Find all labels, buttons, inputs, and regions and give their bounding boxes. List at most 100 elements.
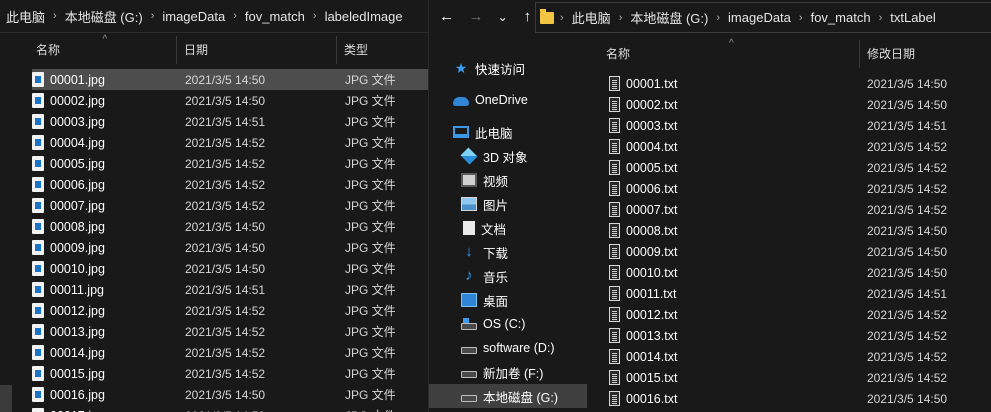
nav-item[interactable]: 本地磁盘 (G:) — [429, 384, 587, 408]
navigation-pane: ★ 快速访问 OneDrive 此电脑 3D 对象视频 图片 文档 ↓ 下载 ♪ 音乐 桌面 OS (C… — [429, 36, 587, 412]
image-file-icon — [32, 345, 44, 360]
nav-item[interactable]: 此电脑 — [429, 120, 587, 144]
file-date: 2021/3/5 14:52 — [867, 328, 948, 343]
column-header-date[interactable]: 修改日期 — [860, 40, 991, 68]
left-explorer-window: 此电脑 › 本地磁盘 (G:) › imageData › fov_match … — [0, 0, 428, 412]
file-row[interactable]: 00013.jpg 2021/3/5 14:52 JPG 文件 — [32, 321, 428, 342]
right-address-bar[interactable]: › 此电脑 › 本地磁盘 (G:) › imageData › fov_matc… — [535, 2, 991, 33]
file-row[interactable]: 00011.jpg 2021/3/5 14:51 JPG 文件 — [32, 279, 428, 300]
file-name-cell: 00006.txt — [609, 181, 867, 196]
file-name-cell: 00008.jpg — [32, 219, 185, 234]
breadcrumb-this-pc[interactable]: 此电脑 — [572, 8, 611, 27]
nav-item[interactable]: ♪ 音乐 — [429, 264, 587, 288]
nav-item-label: OneDrive — [475, 93, 528, 107]
file-name: 00007.txt — [626, 202, 678, 217]
file-date: 2021/3/5 14:50 — [185, 387, 266, 402]
file-row[interactable]: 00004.jpg 2021/3/5 14:52 JPG 文件 — [32, 132, 428, 153]
file-row[interactable]: 00016.jpg 2021/3/5 14:50 JPG 文件 — [32, 384, 428, 405]
image-file-icon — [32, 240, 44, 255]
file-name: 00017.jpg — [50, 409, 105, 412]
file-row[interactable]: 00007.txt 2021/3/5 14:52 — [609, 199, 991, 220]
file-row[interactable]: 00008.jpg 2021/3/5 14:50 JPG 文件 — [32, 216, 428, 237]
breadcrumb-fov-match[interactable]: fov_match — [245, 9, 305, 24]
breadcrumb-drive-g[interactable]: 本地磁盘 (G:) — [65, 7, 143, 26]
text-file-icon — [609, 181, 620, 196]
file-row[interactable]: 00013.txt 2021/3/5 14:52 — [609, 325, 991, 346]
file-row[interactable]: 00017.jpg 2021/3/5 14:50JPG 文件 — [32, 405, 428, 412]
file-row[interactable]: 00007.jpg 2021/3/5 14:52 JPG 文件 — [32, 195, 428, 216]
file-row[interactable]: 00001.jpg 2021/3/5 14:50 JPG 文件 — [32, 69, 428, 90]
file-row[interactable]: 00008.txt 2021/3/5 14:50 — [609, 220, 991, 241]
file-row[interactable]: 00006.txt 2021/3/5 14:52 — [609, 178, 991, 199]
column-header-label: 名称 — [36, 43, 61, 57]
file-row[interactable]: 00011.txt 2021/3/5 14:51 — [609, 283, 991, 304]
nav-item[interactable]: 文档 — [429, 216, 587, 240]
up-arrow-icon[interactable]: ↑ — [520, 8, 535, 25]
nav-item[interactable]: 3D 对象 — [429, 144, 587, 168]
back-arrow-icon[interactable]: ← — [439, 8, 454, 25]
column-header-type[interactable]: 类型 — [337, 36, 428, 64]
breadcrumb-labeledimage[interactable]: labeledImage — [325, 9, 403, 24]
file-row[interactable]: 00012.jpg 2021/3/5 14:52 JPG 文件 — [32, 300, 428, 321]
nav-item[interactable]: 桌面 — [429, 288, 587, 312]
breadcrumb-this-pc[interactable]: 此电脑 — [6, 7, 45, 26]
file-row[interactable]: 00014.jpg 2021/3/5 14:52 JPG 文件 — [32, 342, 428, 363]
nav-item[interactable]: 视频 — [429, 168, 587, 192]
nav-item[interactable]: OS (C:) — [429, 312, 587, 336]
nav-item[interactable]: ↓ 下载 — [429, 240, 587, 264]
breadcrumb-txtlabel[interactable]: txtLabel — [890, 10, 936, 25]
file-type: JPG 文件 — [345, 199, 396, 213]
file-row[interactable]: 00012.txt 2021/3/5 14:52 — [609, 304, 991, 325]
chevron-right-icon[interactable]: › — [799, 12, 803, 24]
file-row[interactable]: 00009.jpg 2021/3/5 14:50 JPG 文件 — [32, 237, 428, 258]
file-type: JPG 文件 — [345, 325, 396, 339]
chevron-right-icon[interactable]: › — [151, 10, 155, 22]
file-row[interactable]: 00001.txt 2021/3/5 14:50 — [609, 73, 991, 94]
file-type: JPG 文件 — [345, 136, 396, 150]
column-header-name[interactable]: ^ 名称 — [599, 38, 860, 68]
file-row[interactable]: 00014.txt 2021/3/5 14:52 — [609, 346, 991, 367]
chevron-right-icon[interactable]: › — [619, 12, 623, 24]
nav-item-label: 3D 对象 — [483, 150, 528, 165]
chevron-right-icon[interactable]: › — [879, 12, 883, 24]
file-row[interactable]: 00003.jpg 2021/3/5 14:51 JPG 文件 — [32, 111, 428, 132]
file-row[interactable]: 00005.txt 2021/3/5 14:52 — [609, 157, 991, 178]
breadcrumb-imagedata[interactable]: imageData — [728, 10, 791, 25]
breadcrumb-imagedata[interactable]: imageData — [162, 9, 225, 24]
file-row[interactable]: 00005.jpg 2021/3/5 14:52 JPG 文件 — [32, 153, 428, 174]
file-row[interactable]: 00009.txt 2021/3/5 14:50 — [609, 241, 991, 262]
file-row[interactable]: 00002.jpg 2021/3/5 14:50 JPG 文件 — [32, 90, 428, 111]
file-date: 2021/3/5 14:50 — [867, 76, 948, 91]
nav-item[interactable]: software (D:) — [429, 336, 587, 360]
file-row[interactable]: 00004.txt 2021/3/5 14:52 — [609, 136, 991, 157]
chevron-right-icon[interactable]: › — [560, 12, 564, 24]
file-row[interactable]: 00006.jpg 2021/3/5 14:52 JPG 文件 — [32, 174, 428, 195]
left-scrollbar[interactable] — [0, 385, 12, 412]
breadcrumb-fov-match[interactable]: fov_match — [811, 10, 871, 25]
breadcrumb-drive-g[interactable]: 本地磁盘 (G:) — [630, 8, 708, 27]
file-row[interactable]: 00015.jpg 2021/3/5 14:52 JPG 文件 — [32, 363, 428, 384]
file-row[interactable]: 00010.jpg 2021/3/5 14:50 JPG 文件 — [32, 258, 428, 279]
left-address-bar[interactable]: 此电脑 › 本地磁盘 (G:) › imageData › fov_match … — [0, 0, 428, 33]
nav-item[interactable]: 新加卷 (F:) — [429, 360, 587, 384]
forward-arrow-icon[interactable]: → — [468, 8, 483, 25]
file-row[interactable]: 00003.txt 2021/3/5 14:51 — [609, 115, 991, 136]
chevron-right-icon[interactable]: › — [313, 10, 317, 22]
chevron-right-icon[interactable]: › — [716, 12, 720, 24]
column-header-date[interactable]: 日期 — [177, 36, 337, 64]
file-row[interactable]: 00010.txt 2021/3/5 14:50 — [609, 262, 991, 283]
column-header-name[interactable]: ^ 名称 — [29, 34, 177, 64]
nav-item[interactable]: 图片 — [429, 192, 587, 216]
nav-item[interactable]: OneDrive — [429, 88, 587, 112]
chevron-down-icon[interactable]: ⌄ — [498, 10, 508, 24]
file-row[interactable]: 00016.txt 2021/3/5 14:50 — [609, 388, 991, 409]
file-row[interactable]: 00015.txt 2021/3/5 14:52 — [609, 367, 991, 388]
chevron-right-icon[interactable]: › — [53, 10, 57, 22]
file-type: JPG 文件 — [345, 262, 396, 276]
nav-item[interactable]: ★ 快速访问 — [429, 56, 587, 80]
file-row[interactable]: 00002.txt 2021/3/5 14:50 — [609, 94, 991, 115]
chevron-right-icon[interactable]: › — [233, 10, 237, 22]
file-name-cell: 00016.jpg — [32, 387, 185, 402]
nav-item-label: 此电脑 — [475, 126, 513, 141]
image-file-icon — [32, 408, 44, 412]
